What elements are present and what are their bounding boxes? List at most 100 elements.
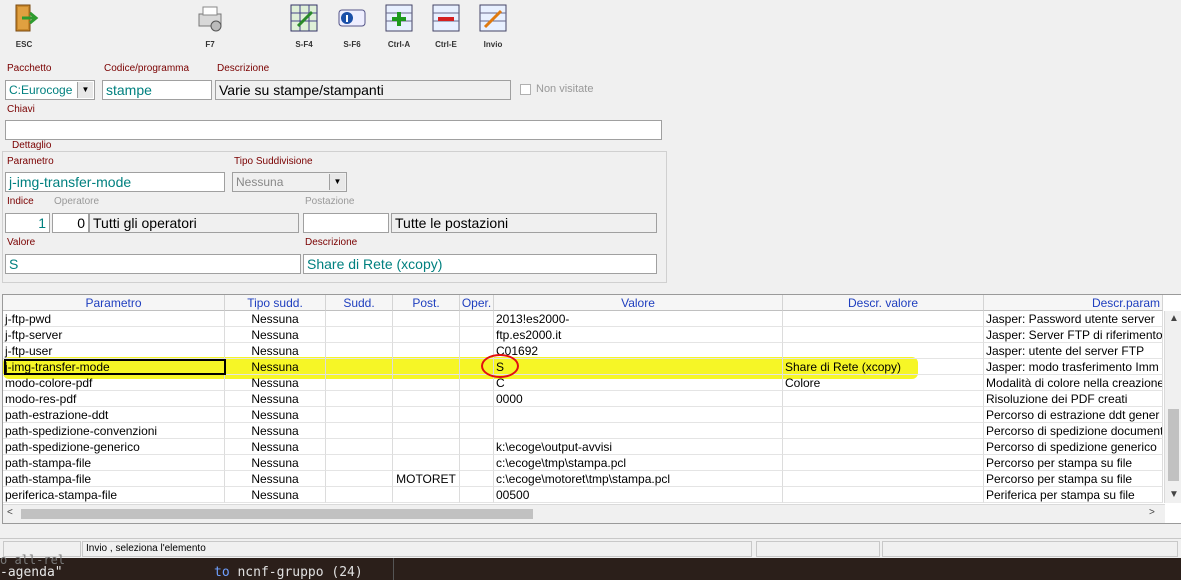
operatore-code-input[interactable]: 0 [52,213,89,233]
cell-descr-param[interactable]: Periferica per stampa su file [984,487,1163,503]
cell-oper[interactable] [460,423,494,439]
cell-oper[interactable] [460,375,494,391]
cell-descr-valore[interactable] [783,391,984,407]
cell-oper[interactable] [460,455,494,471]
cell-parametro[interactable]: periferica-stampa-file [3,487,225,503]
non-visitate-checkbox[interactable] [520,84,531,95]
cell-oper[interactable] [460,327,494,343]
esc-button[interactable]: ESC [0,2,48,54]
col-header-post[interactable]: Post. [393,295,460,311]
vertical-scroll-thumb[interactable] [1168,409,1179,481]
cell-descr-valore[interactable] [783,487,984,503]
cell-descr-param[interactable]: Modalità di colore nella creazione [984,375,1163,391]
cell-descr-param[interactable]: Percorso di estrazione ddt gener [984,407,1163,423]
cell-descr-valore[interactable] [783,455,984,471]
cell-descr-param[interactable]: Jasper: modo trasferimento Imm [984,359,1163,375]
cell-valore[interactable]: 00500 [494,487,783,503]
cell-descr-param[interactable]: Percorso per stampa su file [984,471,1163,487]
descr-valore-input[interactable]: Share di Rete (xcopy) [303,254,657,274]
cell-tipo-sudd[interactable]: Nessuna [225,375,326,391]
cell-sudd[interactable] [326,439,393,455]
cell-sudd[interactable] [326,391,393,407]
cell-tipo-sudd[interactable]: Nessuna [225,343,326,359]
pacchetto-select[interactable]: C:Eurocoge ▼ [5,80,95,100]
s-f4-button[interactable]: S-F4 [280,2,328,54]
cell-sudd[interactable] [326,423,393,439]
cell-oper[interactable] [460,391,494,407]
cell-descr-param[interactable]: Risoluzione dei PDF creati [984,391,1163,407]
table-row[interactable]: modo-res-pdf Nessuna 0000 Risoluzione dei P… [3,391,1163,407]
cell-descr-valore[interactable] [783,471,984,487]
cell-post[interactable] [393,359,460,375]
cell-post[interactable] [393,439,460,455]
cell-parametro[interactable]: j-ftp-server [3,327,225,343]
cell-post[interactable] [393,343,460,359]
cell-descr-param[interactable]: Jasper: Server FTP di riferimento [984,327,1163,343]
scroll-left-icon[interactable]: < [7,507,13,518]
cell-post[interactable] [393,375,460,391]
cell-valore[interactable] [494,423,783,439]
cell-valore[interactable]: k:\ecoge\output-avvisi [494,439,783,455]
cell-post[interactable] [393,327,460,343]
cell-descr-valore[interactable]: Colore [783,375,984,391]
cell-descr-valore[interactable] [783,311,984,327]
table-row[interactable]: j-ftp-server Nessuna ftp.es2000.it Jasper: … [3,327,1163,343]
cell-post[interactable] [393,407,460,423]
cell-descr-param[interactable]: Percorso di spedizione document [984,423,1163,439]
cell-sudd[interactable] [326,471,393,487]
ctrl-a-button[interactable]: Ctrl-A [375,2,423,54]
table-row[interactable]: path-stampa-file Nessuna MOTORET c:\ecoge\m… [3,471,1163,487]
col-header-descr-param[interactable]: Descr.param [984,295,1163,311]
postazione-code-input[interactable] [303,213,389,233]
cell-descr-valore[interactable] [783,439,984,455]
table-row[interactable]: modo-colore-pdf Nessuna C Colore Modalità di… [3,375,1163,391]
cell-oper[interactable] [460,311,494,327]
cell-sudd[interactable] [326,455,393,471]
cell-sudd[interactable] [326,311,393,327]
table-row[interactable]: path-estrazione-ddt Nessuna Percorso di es… [3,407,1163,423]
horizontal-scrollbar[interactable]: < > [3,504,1165,523]
chiavi-input[interactable] [5,120,662,140]
col-header-sudd[interactable]: Sudd. [326,295,393,311]
cell-descr-valore[interactable]: Share di Rete (xcopy) [783,359,984,375]
scroll-down-icon[interactable]: ▼ [1169,489,1179,500]
cell-valore[interactable]: ftp.es2000.it [494,327,783,343]
cell-tipo-sudd[interactable]: Nessuna [225,487,326,503]
scroll-right-icon[interactable]: > [1149,507,1155,518]
cell-parametro[interactable]: j-ftp-pwd [3,311,225,327]
table-row[interactable]: j-ftp-user Nessuna C01692 Jasper: utente de… [3,343,1163,359]
cell-tipo-sudd[interactable]: Nessuna [225,423,326,439]
cell-sudd[interactable] [326,359,393,375]
cell-post[interactable] [393,455,460,471]
s-f6-button[interactable]: S-F6 [328,2,376,54]
cell-tipo-sudd[interactable]: Nessuna [225,407,326,423]
ctrl-e-button[interactable]: Ctrl-E [422,2,470,54]
table-row[interactable]: j-ftp-pwd Nessuna 2013!es2000- Jasper: Pass… [3,311,1163,327]
table-row[interactable]: path-spedizione-generico Nessuna k:\ecoge\… [3,439,1163,455]
cell-descr-param[interactable]: Jasper: Password utente server [984,311,1163,327]
parametro-input[interactable]: j-img-transfer-mode [5,172,225,192]
cell-parametro[interactable]: path-stampa-file [3,471,225,487]
indice-input[interactable]: 1 [5,213,50,233]
cell-sudd[interactable] [326,327,393,343]
table-row[interactable]: path-spedizione-convenzioni Nessuna Percor… [3,423,1163,439]
cell-parametro[interactable]: modo-colore-pdf [3,375,225,391]
cell-tipo-sudd[interactable]: Nessuna [225,311,326,327]
cell-sudd[interactable] [326,375,393,391]
col-header-tipo-sudd[interactable]: Tipo sudd. [225,295,326,311]
scroll-up-icon[interactable]: ▲ [1169,313,1179,324]
cell-valore[interactable] [494,407,783,423]
cell-oper[interactable] [460,407,494,423]
cell-parametro[interactable]: path-spedizione-convenzioni [3,423,225,439]
col-header-parametro[interactable]: Parametro [3,295,225,311]
cell-tipo-sudd[interactable]: Nessuna [225,439,326,455]
chevron-down-icon[interactable]: ▼ [329,174,345,190]
cell-tipo-sudd[interactable]: Nessuna [225,391,326,407]
f7-button[interactable]: F7 [186,2,234,54]
cell-parametro[interactable]: modo-res-pdf [3,391,225,407]
cell-sudd[interactable] [326,343,393,359]
cell-valore[interactable]: C [494,375,783,391]
cell-tipo-sudd[interactable]: Nessuna [225,359,326,375]
cell-descr-param[interactable]: Jasper: utente del server FTP [984,343,1163,359]
cell-valore[interactable]: 2013!es2000- [494,311,783,327]
